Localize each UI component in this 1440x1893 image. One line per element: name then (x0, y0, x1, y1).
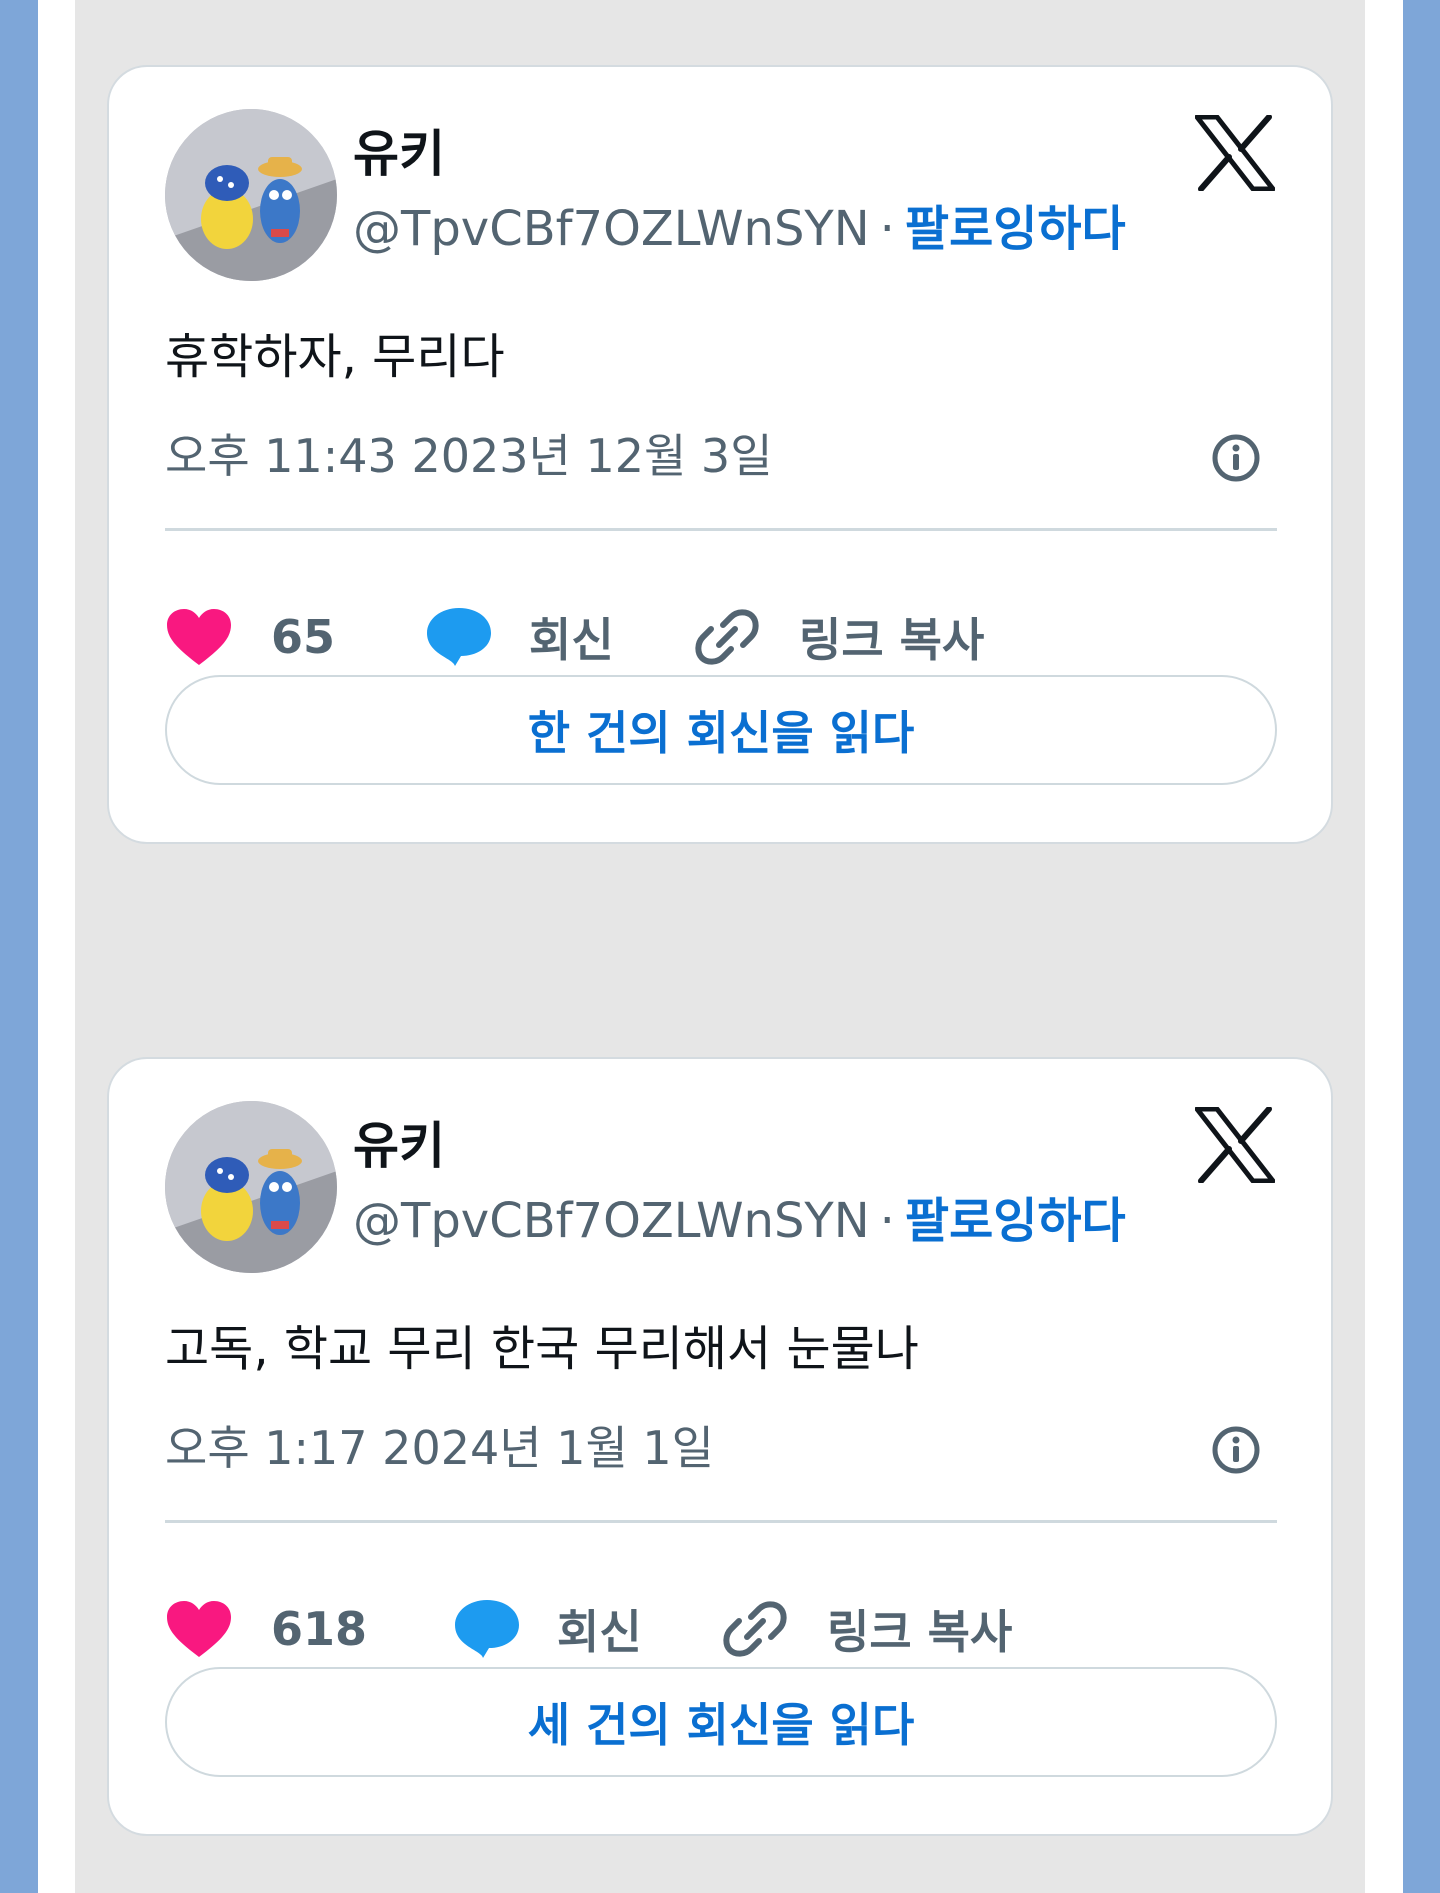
avatar[interactable] (165, 109, 337, 281)
link-icon (723, 1601, 787, 1657)
read-replies-button[interactable]: 세 건의 회신을 읽다 (165, 1667, 1277, 1777)
tweet-text: 휴학하자, 무리다 (165, 329, 505, 385)
divider (165, 528, 1277, 531)
info-icon[interactable] (1211, 1425, 1261, 1475)
copy-link-button[interactable]: 링크 복사 (695, 597, 984, 677)
display-name[interactable]: 유키 (353, 1121, 445, 1171)
like-count: 618 (271, 1602, 368, 1656)
separator-dot: · (879, 201, 895, 257)
tweet-text: 고독, 학교 무리 한국 무리해서 눈물나 (165, 1321, 919, 1377)
reply-button[interactable]: 회신 (453, 1589, 642, 1669)
handle-line: @TpvCBf7OZLWnSYN · 팔로잉하다 (353, 1197, 1126, 1245)
tweet-card: 유키 @TpvCBf7OZLWnSYN · 팔로잉하다 휴학하자, 무리다 오후 1… (107, 65, 1333, 844)
like-button[interactable]: 65 (165, 597, 335, 677)
read-replies-button[interactable]: 한 건의 회신을 읽다 (165, 675, 1277, 785)
info-icon[interactable] (1211, 433, 1261, 483)
reply-label: 회신 (557, 1605, 642, 1659)
like-button[interactable]: 618 (165, 1589, 367, 1669)
tweet-actions: 65 회신 링크 복사 (165, 597, 1277, 677)
tweet-card: 유키 @TpvCBf7OZLWnSYN · 팔로잉하다 고독, 학교 무리 한국 무… (107, 1057, 1333, 1836)
x-logo-icon[interactable] (1195, 115, 1275, 191)
divider (165, 1520, 1277, 1523)
like-count: 65 (271, 610, 336, 664)
reply-label: 회신 (529, 613, 614, 667)
heart-icon (167, 1601, 231, 1657)
reply-bubble-icon (427, 608, 491, 666)
copy-link-button[interactable]: 링크 복사 (723, 1589, 1012, 1669)
separator-dot: · (879, 1193, 895, 1249)
handle-line: @TpvCBf7OZLWnSYN · 팔로잉하다 (353, 205, 1126, 253)
avatar-image (165, 1101, 337, 1273)
display-name[interactable]: 유키 (353, 129, 445, 179)
copy-link-label: 링크 복사 (827, 1605, 1013, 1659)
user-handle[interactable]: @TpvCBf7OZLWnSYN (353, 1193, 870, 1249)
link-icon (695, 609, 759, 665)
follow-button[interactable]: 팔로잉하다 (905, 1193, 1126, 1249)
reply-button[interactable]: 회신 (425, 597, 614, 677)
follow-button[interactable]: 팔로잉하다 (905, 201, 1126, 257)
user-handle[interactable]: @TpvCBf7OZLWnSYN (353, 201, 870, 257)
reply-bubble-icon (455, 1600, 519, 1658)
avatar[interactable] (165, 1101, 337, 1273)
x-logo-icon[interactable] (1195, 1107, 1275, 1183)
copy-link-label: 링크 복사 (799, 613, 985, 667)
tweet-timestamp[interactable]: 오후 11:43 2023년 12월 3일 (165, 433, 773, 479)
tweet-actions: 618 회신 링크 복사 (165, 1589, 1277, 1669)
heart-icon (167, 609, 231, 665)
avatar-image (165, 109, 337, 281)
tweet-timestamp[interactable]: 오후 1:17 2024년 1월 1일 (165, 1425, 714, 1471)
